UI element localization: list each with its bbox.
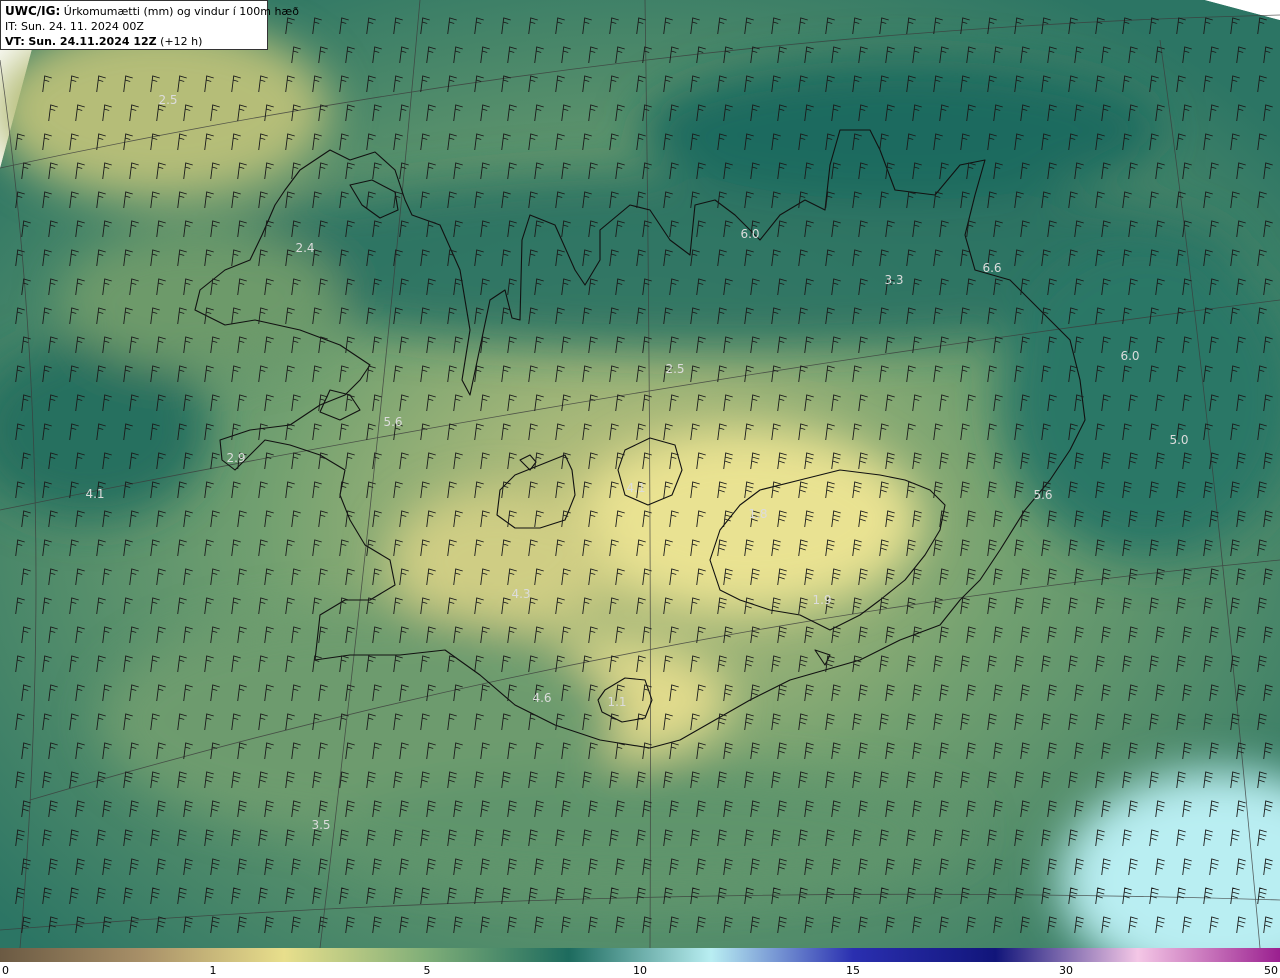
colorbar-tick-label: 1	[209, 964, 217, 977]
map-title-line: UWC/IG: Úrkomumætti (mm) og vindur í 100…	[5, 4, 299, 19]
colorbar-tick-label: 5	[423, 964, 431, 977]
product-code: UWC/IG:	[5, 4, 61, 18]
value-label: 1.8	[748, 507, 767, 521]
value-label: 3.5	[311, 818, 330, 832]
map-info-box: UWC/IG: Úrkomumætti (mm) og vindur í 100…	[0, 0, 299, 50]
colorbar-tick-label: 15	[846, 964, 860, 977]
value-label: 1.1	[607, 695, 626, 709]
valid-time-offset: (+12 h)	[160, 35, 203, 48]
valid-time-line: VT: Sun. 24.11.2024 12Z (+12 h)	[5, 34, 263, 49]
value-label: 6.6	[982, 261, 1001, 275]
value-label: 5.6	[383, 415, 402, 429]
value-label: 5.6	[1033, 488, 1052, 502]
value-label: 4.1	[85, 487, 104, 501]
colorbar-tick-label: 30	[1059, 964, 1073, 977]
value-label: 2.5	[665, 362, 684, 376]
value-label: 4.6	[532, 691, 551, 705]
valid-time-value: Sun. 24.11.2024 12Z	[28, 35, 157, 48]
value-label: 2.9	[226, 451, 245, 465]
colorbar-gradient	[0, 948, 1280, 962]
colorbar-tick-label: 50	[1264, 964, 1278, 977]
init-time-line: IT: Sun. 24. 11. 2024 00Z	[5, 19, 263, 34]
colorbar-tick-label: 10	[633, 964, 647, 977]
value-label: 4.1	[626, 481, 645, 495]
init-time-label: IT:	[5, 20, 18, 33]
valid-time-label: VT:	[5, 35, 25, 48]
value-label: 2.4	[295, 241, 314, 255]
colorbar-tick-label: 0	[2, 964, 9, 977]
value-label: 6.0	[1120, 349, 1139, 363]
value-label: 1.9	[812, 593, 831, 607]
precipitation-wind-map: 2.5 2.4 6.0 3.3 6.6 6.0 2.5 5.6 5.0 2.9 …	[0, 0, 1280, 948]
value-label: 6.0	[740, 227, 759, 241]
init-time-value: Sun. 24. 11. 2024 00Z	[20, 20, 144, 33]
value-label: 2.5	[158, 93, 177, 107]
value-label: 5.0	[1169, 433, 1188, 447]
value-label: 3.3	[884, 273, 903, 287]
value-label: 4.3	[511, 587, 530, 601]
map-title: Úrkomumætti (mm) og vindur í 100m hæð	[63, 5, 299, 18]
colorbar: 0 1 5 10 15 30 50	[0, 948, 1280, 978]
